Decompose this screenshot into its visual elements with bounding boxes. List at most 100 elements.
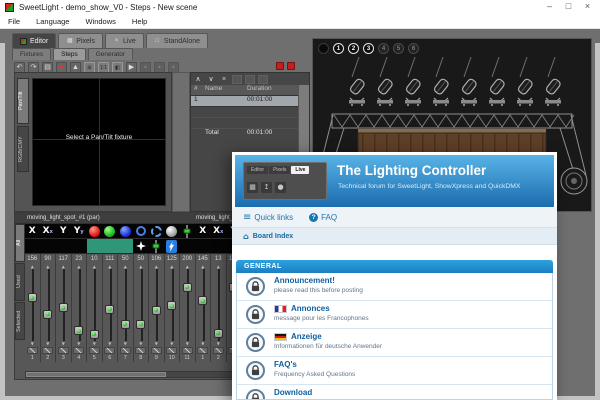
step-delete-icon[interactable]: × [219, 75, 229, 84]
fader-down-button[interactable]: ▼ [170, 341, 173, 346]
gobowheel-icon[interactable] [149, 224, 165, 239]
import-icon[interactable]: ▲ [70, 62, 81, 73]
colorwheel-icon[interactable] [133, 224, 149, 239]
fader-down-button[interactable]: ▼ [201, 341, 204, 346]
bolt-sub-icon[interactable] [164, 239, 180, 254]
snap-toggle-icon[interactable]: ⊞ [84, 62, 95, 73]
fader-down-button[interactable]: ▼ [62, 341, 65, 346]
dimmer-icon[interactable] [180, 224, 196, 239]
fade-curve-button[interactable] [42, 347, 53, 354]
pan-icon[interactable]: X [25, 224, 41, 239]
undo-icon[interactable]: ↶ [14, 62, 25, 73]
mirror-toggle-icon[interactable]: ◧ [112, 62, 123, 73]
fader-down-button[interactable]: ▼ [46, 341, 49, 346]
subtab-generator[interactable]: Generator [88, 48, 133, 60]
menu-item-file[interactable]: File [0, 15, 28, 28]
step-down-icon[interactable]: ∨ [206, 75, 216, 84]
fader-thumb[interactable] [152, 306, 161, 315]
step-up-icon[interactable]: ∧ [193, 75, 203, 84]
tab-editor[interactable]: Editor [12, 33, 56, 48]
fade-curve-button[interactable] [73, 347, 84, 354]
close-button[interactable]: × [578, 0, 597, 14]
channel-fader[interactable] [102, 269, 118, 341]
channel-fader[interactable] [71, 269, 87, 341]
forum-item-anzeige[interactable]: AnzeigeInformationen für deutsche Anwend… [237, 329, 552, 357]
red-icon[interactable] [87, 224, 103, 239]
forum-item-annonces[interactable]: Annoncesmessage pour les Francophones [237, 301, 552, 329]
record-step-button[interactable] [276, 62, 284, 70]
fader-thumb[interactable] [167, 301, 176, 310]
fade-curve-button[interactable] [151, 347, 162, 354]
forum-item-title[interactable]: Download [274, 388, 312, 397]
channel-fader[interactable] [56, 269, 72, 341]
fader-down-button[interactable]: ▼ [31, 341, 34, 346]
cell-sub-icon[interactable] [102, 239, 118, 254]
fader-thumb[interactable] [105, 305, 114, 314]
star-sub-icon[interactable] [133, 239, 149, 254]
fade-curve-button[interactable] [89, 347, 100, 354]
menu-item-windows[interactable]: Windows [77, 15, 123, 28]
blue-icon[interactable] [118, 224, 134, 239]
pan-icon[interactable]: X [195, 224, 211, 239]
tab-pixels[interactable]: ▦Pixels [58, 33, 103, 48]
fade-curve-button[interactable] [58, 347, 69, 354]
faq-link[interactable]: ? FAQ [309, 213, 337, 222]
fader-down-button[interactable]: ▼ [155, 341, 158, 346]
scene-button-6[interactable]: 6 [408, 43, 419, 54]
minimize-button[interactable]: – [540, 0, 559, 14]
fader-filter-used[interactable]: Used [15, 263, 25, 301]
channel-fader[interactable] [133, 269, 149, 341]
fader-thumb[interactable] [74, 326, 83, 335]
play-icon[interactable]: ▶ [126, 62, 137, 73]
record-icon[interactable]: ● [56, 62, 67, 73]
new-step-icon[interactable]: ▤ [42, 62, 53, 73]
fade-curve-button[interactable] [104, 347, 115, 354]
scene-button-3[interactable]: 3 [363, 43, 374, 54]
editor-tab-rgbcmy[interactable]: RGB/CMY [17, 126, 29, 172]
fader-filter-selected[interactable]: Selected [15, 302, 25, 340]
channel-fader[interactable] [149, 269, 165, 341]
scene-button-4[interactable]: 4 [378, 43, 389, 54]
scene-button-2[interactable]: 2 [348, 43, 359, 54]
fader-thumb[interactable] [183, 283, 192, 292]
channel-fader[interactable] [40, 269, 56, 341]
pan-fine-icon[interactable]: Xx [211, 224, 227, 239]
fader-down-button[interactable]: ▼ [108, 341, 111, 346]
fade-curve-button[interactable] [27, 347, 38, 354]
subtab-steps[interactable]: Steps [53, 48, 86, 60]
fader-filter-all[interactable]: All [15, 224, 25, 262]
fader-sub-icon[interactable] [149, 239, 165, 254]
forum-item-announcement[interactable]: Announcement!please read this before pos… [237, 273, 552, 301]
forum-item-faqs[interactable]: FAQ'sFrequency Asked Questions [237, 357, 552, 385]
maximize-button[interactable]: □ [559, 0, 578, 14]
fader-thumb[interactable] [198, 296, 207, 305]
fade-curve-button[interactable] [213, 347, 224, 354]
fader-thumb[interactable] [90, 330, 99, 339]
step-row[interactable]: 100:01:00 [191, 96, 299, 107]
fader-thumb[interactable] [214, 329, 223, 338]
fader-down-button[interactable]: ▼ [186, 341, 189, 346]
fader-down-button[interactable]: ▼ [93, 341, 96, 346]
fade-curve-button[interactable] [166, 347, 177, 354]
shutter-icon[interactable] [164, 224, 180, 239]
fade-curve-button[interactable] [135, 347, 146, 354]
tilt-icon[interactable]: Y [56, 224, 72, 239]
editor-tab-pantilt[interactable]: Pan/Tilt [17, 78, 29, 124]
fader-down-button[interactable]: ▼ [139, 341, 142, 346]
channel-fader[interactable] [118, 269, 134, 341]
fader-down-button[interactable]: ▼ [124, 341, 127, 346]
one-to-one-icon[interactable]: 1:1 [98, 62, 109, 73]
forum-item-title[interactable]: Announcement! [274, 276, 335, 285]
channel-fader[interactable] [180, 269, 196, 341]
subtab-fixtures[interactable]: Fixtures [12, 48, 51, 60]
fade-curve-button[interactable] [182, 347, 193, 354]
channel-fader[interactable] [164, 269, 180, 341]
green-icon[interactable] [102, 224, 118, 239]
redo-icon[interactable]: ↷ [28, 62, 39, 73]
quick-links-menu[interactable]: ≡ Quick links [243, 212, 293, 223]
menu-item-help[interactable]: Help [124, 15, 155, 28]
tab-standalone[interactable]: □StandAlone [146, 33, 208, 48]
fader-thumb[interactable] [28, 293, 37, 302]
channel-fader[interactable] [211, 269, 227, 341]
record-scene-button[interactable] [287, 62, 295, 70]
